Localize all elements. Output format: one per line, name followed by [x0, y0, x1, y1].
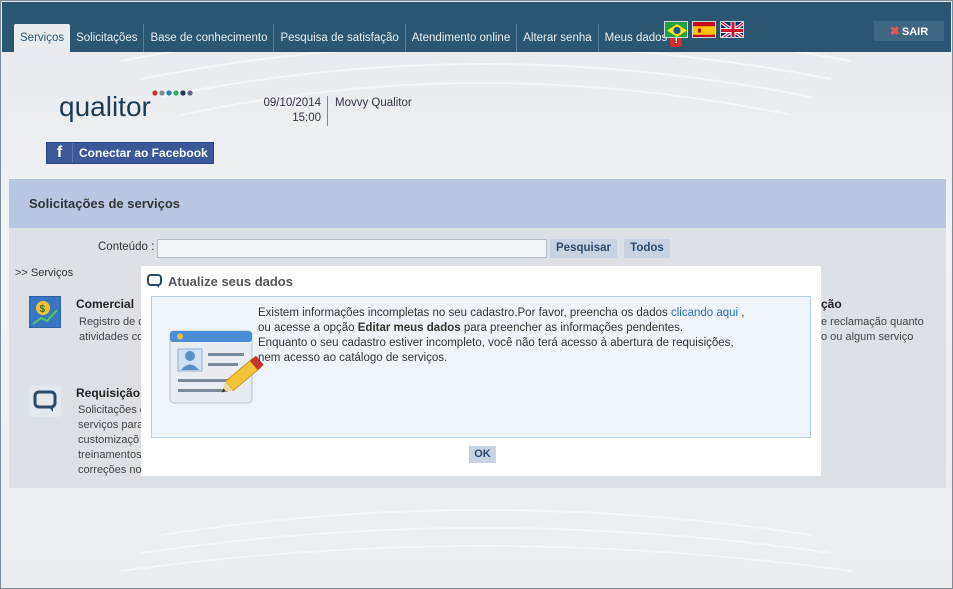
date-time: 09/10/2014 15:00 [237, 96, 321, 126]
header-divider [327, 96, 328, 126]
app-window: Serviços Solicitações Base de conhecimen… [0, 0, 953, 589]
chat-bubble-icon [147, 273, 163, 292]
spain-flag-icon[interactable] [692, 21, 716, 38]
company-name: Movvy Qualitor [335, 97, 412, 109]
nav-item-label: Meus dados [604, 32, 668, 44]
service-title[interactable]: Comercial [76, 297, 134, 311]
current-date: 09/10/2014 [263, 97, 321, 109]
service-title[interactable]: Requisição d [76, 386, 151, 400]
qualitor-logo: qualitor [59, 89, 199, 128]
logout-button[interactable]: ✖ SAIR [874, 21, 944, 41]
nav-item-label: Atendimento online [411, 32, 511, 44]
logo-dots [152, 90, 193, 96]
nav-item-pesquisa-satisfacao[interactable]: Pesquisa de satisfação [274, 24, 406, 52]
chat-bubble-icon[interactable] [29, 385, 61, 417]
service-description: Registro de d atividades co [79, 316, 145, 343]
dialog-message: Existem informações incompletas no seu c… [258, 307, 745, 364]
ok-button[interactable]: OK [469, 446, 496, 463]
nav-item-label: Base de conhecimento [150, 32, 268, 44]
service-description: Solicitações d serviços para customizaçõ… [78, 404, 146, 476]
profile-edit-icon [168, 325, 268, 410]
all-button[interactable]: Todos [624, 239, 670, 258]
nav-item-label: Serviços [20, 32, 65, 44]
nav-item-alterar-senha[interactable]: Alterar senha [517, 24, 599, 52]
uk-flag-icon[interactable] [720, 21, 744, 38]
logo-text: qualitor [59, 91, 151, 122]
search-input[interactable] [157, 239, 547, 258]
close-icon: ✖ [889, 24, 900, 38]
nav-item-label: Alterar senha [523, 32, 592, 44]
nav-item-solicitacoes[interactable]: Solicitações [70, 24, 145, 52]
facebook-button-label: Conectar ao Facebook [79, 146, 208, 160]
page-title: Solicitações de serviços [29, 196, 181, 211]
nav-item-base-conhecimento[interactable]: Base de conhecimento [144, 24, 275, 52]
facebook-icon: f [47, 143, 73, 163]
search-label: Conteúdo : [98, 241, 155, 253]
money-growth-icon[interactable]: $ [29, 296, 61, 328]
click-here-link[interactable]: clicando aqui [671, 307, 738, 319]
svg-text:$: $ [40, 304, 46, 315]
nav-item-atendimento-online[interactable]: Atendimento online [406, 24, 518, 52]
breadcrumb: >> Serviços [15, 267, 74, 279]
search-button[interactable]: Pesquisar [550, 239, 617, 258]
logout-label: SAIR [901, 26, 929, 38]
nav-item-label: Pesquisa de satisfação [280, 32, 399, 44]
section-header: Solicitações de serviços [9, 179, 946, 228]
top-navigation-bar: Serviços Solicitações Base de conhecimen… [2, 2, 951, 52]
facebook-connect-button[interactable]: f Conectar ao Facebook [46, 142, 214, 164]
brazil-flag-icon[interactable] [664, 21, 688, 38]
main-menu: Serviços Solicitações Base de conhecimen… [14, 24, 688, 52]
nav-item-servicos[interactable]: Serviços [14, 24, 71, 52]
service-title[interactable]: ção [821, 297, 842, 311]
current-time: 15:00 [292, 112, 321, 124]
language-selector [664, 21, 744, 38]
service-description: e reclamação quanto o ou algum serviço [821, 316, 924, 343]
nav-item-label: Solicitações [76, 32, 138, 44]
update-data-dialog: Atualize seus dados Existem informações … [141, 266, 821, 476]
dialog-title: Atualize seus dados [168, 274, 293, 289]
edit-my-data-option: Editar meus dados [357, 322, 461, 334]
